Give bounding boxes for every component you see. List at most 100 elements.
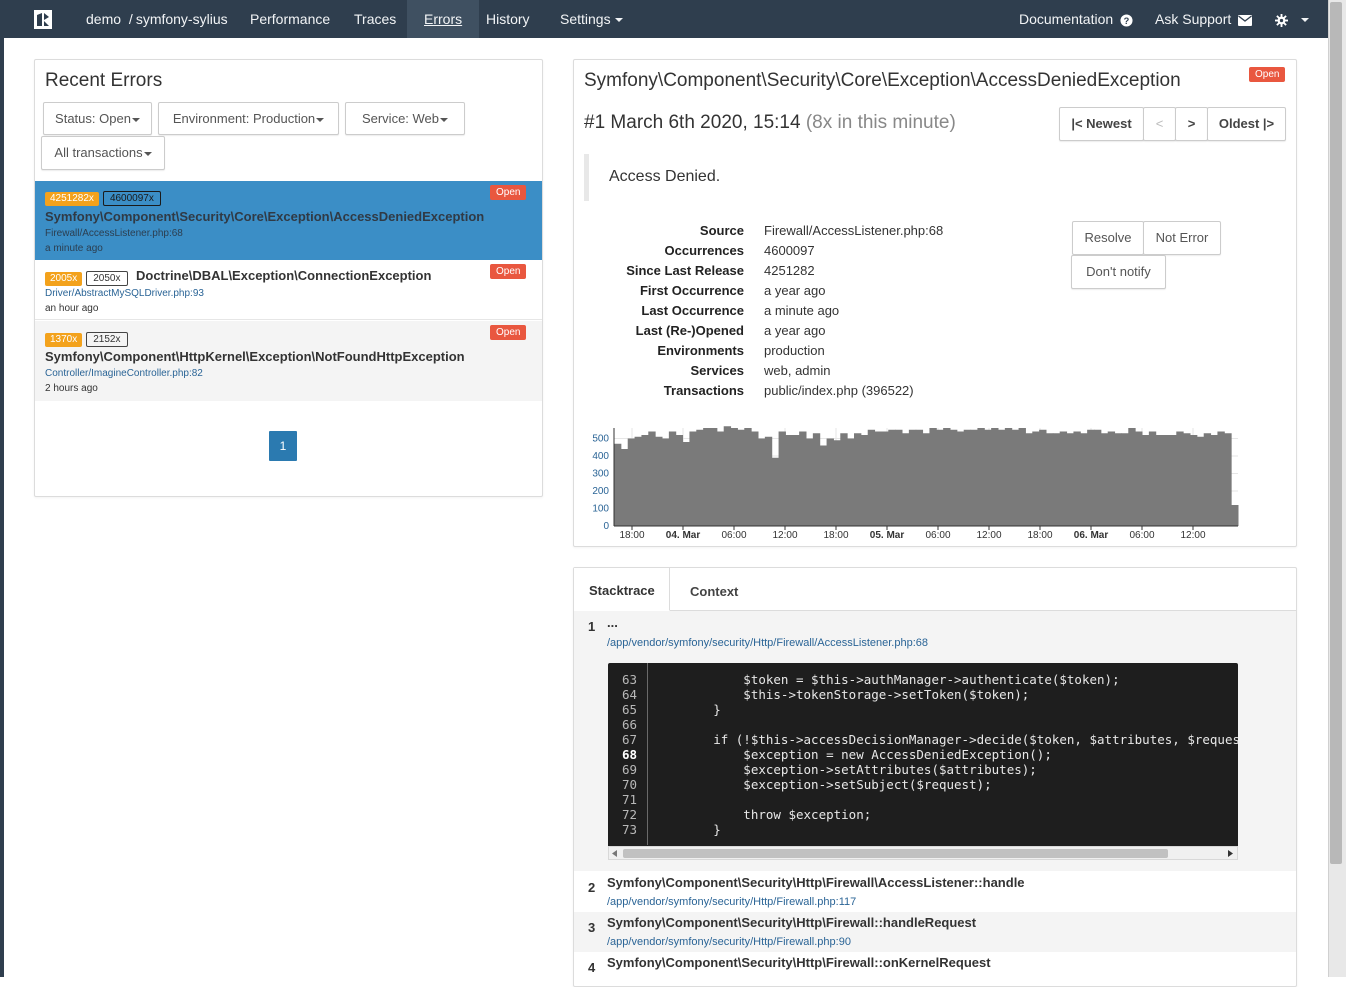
stack-frame-number: 3 [588,920,596,935]
chart-bar [778,431,786,526]
stack-frame-path[interactable]: /app/vendor/symfony/security/Http/Firewa… [607,896,856,908]
status-badge: Open [1249,67,1286,82]
field-value-occurrences: 4600097 [764,243,815,258]
code-line-number: 70 [622,777,638,792]
chart-bar [888,429,896,526]
stack-frame[interactable]: 4 Symfony\Component\Security\Http\Firewa… [574,952,1296,977]
nav-errors-label[interactable]: Errors [424,11,462,27]
stack-frame-function[interactable]: ... [607,615,618,630]
chart-x-tick-label: 18:00 [823,530,848,541]
next-button[interactable]: > [1175,107,1208,141]
chart-y-tick-label: 200 [592,486,609,497]
tab-stacktrace-label[interactable]: Stacktrace [589,583,655,598]
field-label-source: Source [699,223,744,238]
chart-x-tick-label: 12:00 [1180,530,1205,541]
error-title[interactable]: Symfony\Component\Security\Core\Exceptio… [45,209,484,224]
breadcrumb-project[interactable]: demo / symfony-sylius [84,0,230,38]
status-filter-dropdown[interactable]: Status: Open [43,102,152,135]
page-scrollbar-thumb[interactable] [1330,2,1342,864]
stack-frame[interactable]: 3 Symfony\Component\Security\Http\Firewa… [574,912,1296,952]
chart-bar [1148,431,1157,526]
nav-traces[interactable]: Traces [352,0,398,38]
tab-context[interactable]: Context [690,584,738,599]
error-list-item[interactable]: 2005x 2050x Open Doctrine\DBAL\Exception\… [35,260,542,320]
chart-bar [895,429,903,526]
error-list-item[interactable]: 4251282x 4600097x Open Symfony\Component\… [35,181,542,260]
chart-bar [991,428,999,526]
scroll-right-icon[interactable] [1228,850,1234,857]
stack-frame-function[interactable]: Symfony\Component\Security\Http\Firewall… [607,955,991,970]
nav-errors[interactable]: Errors [407,0,480,38]
error-title[interactable]: Doctrine\DBAL\Exception\ConnectionExcept… [136,268,431,283]
nav-settings[interactable]: Settings [558,0,625,38]
nav-settings-label[interactable]: Settings [560,11,611,27]
chart-bar [1203,433,1212,526]
status-badge: Open [490,185,527,200]
error-list-item[interactable]: 1370x 2152x Open Symfony\Component\HttpKe… [35,321,542,401]
chart-bar [867,429,876,526]
nav-documentation[interactable]: Documentation ? [1017,0,1135,38]
scroll-left-icon[interactable] [612,850,618,857]
pagination-page-1[interactable]: 1 [269,431,297,461]
transactions-filter-label: All transactions [54,145,143,160]
field-value-first-occurrence: a year ago [764,283,826,298]
occurrence-rate: (8x in this minute) [805,112,956,133]
code-line-number: 65 [622,702,638,717]
chart-bar [1011,429,1020,526]
app-name[interactable]: symfony-sylius [136,11,228,27]
question-circle-icon: ? [1120,14,1133,27]
chart-bar [1155,435,1164,526]
chart-bar [963,429,972,526]
nav-user-menu[interactable] [1270,0,1311,38]
previous-button[interactable]: < [1143,107,1176,141]
chart-bar [668,431,677,526]
chart-bar [1032,431,1040,526]
code-line-number: 63 [622,672,638,687]
status-filter-label: Status: Open [55,111,131,126]
chart-x-tick-label: 12:00 [772,530,797,541]
chart-bar [1196,436,1205,526]
field-value-last-reopened: a year ago [764,323,826,338]
error-title[interactable]: Symfony\Component\HttpKernel\Exception\N… [45,349,465,364]
chart-y-tick-label: 100 [592,504,609,515]
nav-performance[interactable]: Performance [248,0,332,38]
stack-frame-path[interactable]: /app/vendor/symfony/security/Http/Firewa… [607,936,851,948]
nav-ask-support-label[interactable]: Ask Support [1155,11,1231,27]
stack-frame-path[interactable]: /app/vendor/symfony/security/Http/Firewa… [607,637,928,649]
nav-history[interactable]: History [484,0,532,38]
chevron-down-icon [440,117,449,122]
count-total-badge: 2050x [86,271,128,286]
field-label-environments: Environments [657,343,744,358]
stack-frame-function[interactable]: Symfony\Component\Security\Http\Firewall… [607,915,976,930]
code-line: $this->tokenStorage->setToken($token); [653,687,1030,702]
chart-bar [826,438,834,526]
stack-frame[interactable]: 2 Symfony\Component\Security\Http\Firewa… [574,872,1296,912]
chart-bar [806,438,814,526]
tideways-logo-icon[interactable] [34,10,52,29]
field-value-services: web, admin [764,363,831,378]
gear-icon [1275,13,1288,27]
chart-bar [627,438,636,526]
project-name[interactable]: demo [86,11,121,27]
code-line: } [653,702,721,717]
not-error-button[interactable]: Not Error [1143,221,1221,255]
chart-bar [696,429,704,526]
service-filter-dropdown[interactable]: Service: Web [345,102,465,135]
newest-button[interactable]: |< Newest [1059,107,1144,141]
stack-frame-function[interactable]: Symfony\Component\Security\Http\Firewall… [607,875,1025,890]
chart-x-tick-label: 06:00 [1129,530,1154,541]
field-value-last-occurrence: a minute ago [764,303,840,318]
dont-notify-button[interactable]: Don't notify [1071,255,1166,289]
code-scrollbar-thumb[interactable] [623,849,1168,858]
resolve-button[interactable]: Resolve [1072,221,1144,255]
chart-x-tick-label: 05. Mar [870,530,905,541]
nav-documentation-label[interactable]: Documentation [1019,11,1113,27]
stack-frame-number: 1 [588,619,596,634]
chart-bar [1217,431,1225,526]
transactions-filter-dropdown[interactable]: All transactions [41,136,165,170]
chart-y-tick-label: 500 [592,434,609,445]
oldest-button[interactable]: Oldest |> [1207,107,1286,141]
code-horizontal-scrollbar[interactable] [608,846,1238,860]
nav-ask-support[interactable]: Ask Support [1153,0,1254,38]
environment-filter-dropdown[interactable]: Environment: Production [158,102,339,135]
